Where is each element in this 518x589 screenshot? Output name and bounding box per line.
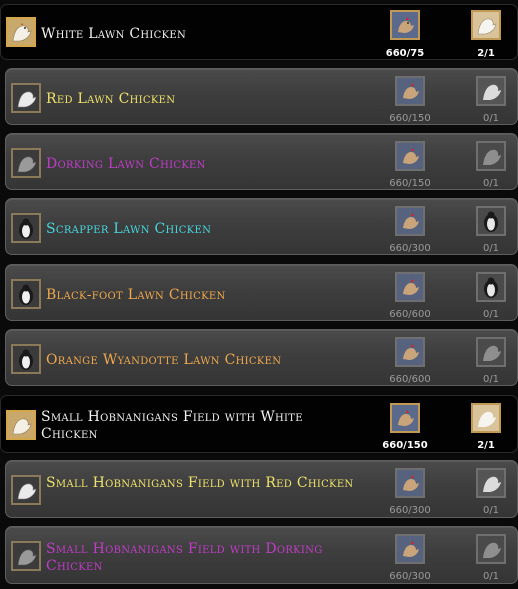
recipe-count: 660/300 (389, 505, 431, 516)
item-count: 0/1 (482, 178, 500, 189)
white-chicken-icon[interactable] (476, 76, 506, 106)
rooster-recipe-icon[interactable] (395, 141, 425, 171)
recipe-row[interactable]: Scrapper Lawn Chicken 660/300 0/1 (5, 198, 518, 255)
recipe-name: Black-foot Lawn Chicken (46, 287, 226, 303)
penguin-chicken-icon (11, 279, 41, 309)
item-count: 2/1 (477, 440, 495, 451)
white-chicken-icon (6, 410, 36, 440)
recipe-name: Dorking Lawn Chicken (46, 156, 206, 172)
grey-chicken-icon[interactable] (476, 534, 506, 564)
recipe-name: Small Hobnanigans Field with White Chick… (41, 409, 303, 442)
grey-chicken-icon (11, 148, 41, 178)
rooster-recipe-icon[interactable] (395, 206, 425, 236)
recipe-name: Orange Wyandotte Lawn Chicken (46, 352, 282, 368)
recipe-name: White Lawn Chicken (41, 26, 187, 42)
white-chicken-icon (6, 17, 36, 47)
rooster-recipe-icon[interactable] (395, 272, 425, 302)
white-chicken-icon[interactable] (471, 10, 501, 40)
recipe-count: 660/75 (385, 48, 425, 59)
recipe-row[interactable]: White Lawn Chicken 660/75 2/1 (0, 4, 518, 60)
white-chicken-icon (11, 475, 41, 505)
recipe-name: Red Lawn Chicken (46, 91, 176, 107)
rooster-recipe-icon[interactable] (395, 76, 425, 106)
item-count: 0/1 (482, 243, 500, 254)
recipe-row[interactable]: Small Hobnanigans Field with Dorking Chi… (5, 526, 518, 584)
penguin-chicken-icon (11, 344, 41, 374)
penguin-chicken-icon (11, 213, 41, 243)
grey-chicken-icon (11, 541, 41, 571)
white-chicken-icon[interactable] (471, 403, 501, 433)
recipe-row[interactable]: Black-foot Lawn Chicken 660/600 0/1 (5, 264, 518, 321)
grey-chicken-icon[interactable] (476, 141, 506, 171)
recipe-list: White Lawn Chicken 660/75 2/1 Red Lawn C… (0, 0, 518, 589)
recipe-count: 660/150 (382, 440, 428, 451)
item-count: 2/1 (477, 48, 495, 59)
white-chicken-icon (11, 83, 41, 113)
recipe-count: 660/300 (389, 243, 431, 254)
rooster-recipe-icon[interactable] (390, 10, 420, 40)
recipe-count: 660/600 (389, 374, 431, 385)
rooster-recipe-icon[interactable] (395, 337, 425, 367)
penguin-chicken-icon[interactable] (476, 272, 506, 302)
recipe-count: 660/150 (389, 113, 431, 124)
recipe-row[interactable]: Small Hobnanigans Field with Red Chicken… (5, 460, 518, 518)
item-count: 0/1 (482, 505, 500, 516)
recipe-name: Small Hobnanigans Field with Red Chicken (46, 475, 354, 491)
recipe-name: Small Hobnanigans Field with Dorking Chi… (46, 541, 323, 574)
recipe-row[interactable]: Red Lawn Chicken 660/150 0/1 (5, 68, 518, 125)
recipe-row[interactable]: Orange Wyandotte Lawn Chicken 660/600 0/… (5, 329, 518, 386)
recipe-row[interactable]: Dorking Lawn Chicken 660/150 0/1 (5, 133, 518, 190)
recipe-name: Scrapper Lawn Chicken (46, 221, 212, 237)
rooster-recipe-icon[interactable] (395, 468, 425, 498)
item-count: 0/1 (482, 571, 500, 582)
rooster-recipe-icon[interactable] (395, 534, 425, 564)
item-count: 0/1 (482, 309, 500, 320)
white-chicken-icon[interactable] (476, 468, 506, 498)
item-count: 0/1 (482, 113, 500, 124)
rooster-recipe-icon[interactable] (390, 403, 420, 433)
item-count: 0/1 (482, 374, 500, 385)
penguin-chicken-icon[interactable] (476, 206, 506, 236)
recipe-count: 660/150 (389, 178, 431, 189)
recipe-count: 660/600 (389, 309, 431, 320)
recipe-count: 660/300 (389, 571, 431, 582)
recipe-row[interactable]: Small Hobnanigans Field with White Chick… (0, 395, 518, 453)
grey-chicken-icon[interactable] (476, 337, 506, 367)
